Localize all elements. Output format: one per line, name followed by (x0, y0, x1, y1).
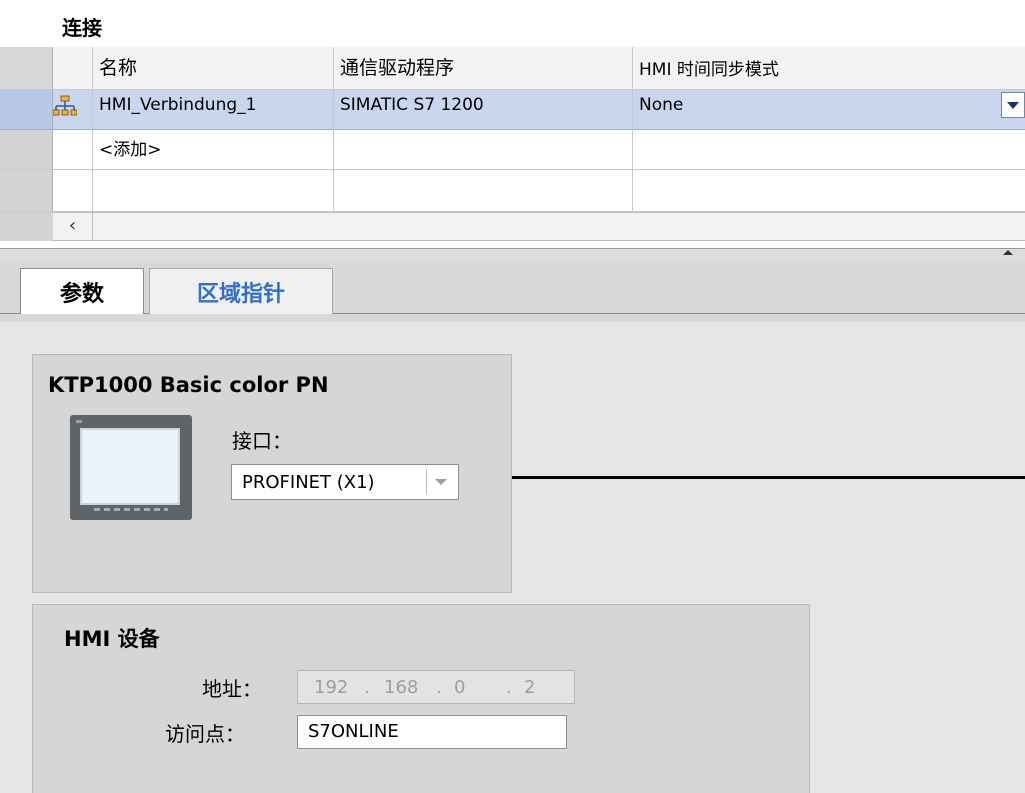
tab-parameters[interactable]: 参数 (20, 268, 144, 314)
ip-address-field: 192 . 168 . 0 . 2 (297, 670, 575, 704)
ip-separator: . (506, 677, 512, 698)
hmi-device-title: HMI 设备 (64, 627, 160, 651)
interface-select[interactable]: PROFINET (X1) (231, 464, 459, 500)
sync-mode-dropdown[interactable]: None (633, 90, 1025, 130)
empty-cell[interactable] (334, 170, 633, 212)
panel-splitter[interactable] (0, 248, 1025, 263)
column-header-label: 通信驱动程序 (340, 57, 455, 79)
ip-octet: 192 (314, 677, 349, 698)
device-led (76, 420, 82, 423)
table-row[interactable] (0, 170, 1025, 212)
sync-mode-cell[interactable] (633, 130, 1025, 170)
driver-cell[interactable]: SIMATIC S7 1200 (334, 90, 633, 130)
empty-cell[interactable] (633, 170, 1025, 212)
column-header-label: 名称 (99, 57, 138, 79)
chevron-down-icon[interactable] (1001, 92, 1025, 118)
row-header-cell[interactable] (0, 130, 53, 170)
table-row[interactable]: HMI_Verbindung_1 SIMATIC S7 1200 None (0, 90, 1025, 130)
row-icon-cell (53, 90, 93, 130)
column-header-sync-mode[interactable]: HMI 时间同步模式 (633, 47, 1025, 90)
row-header-cell[interactable] (0, 90, 53, 130)
row-icon-cell (53, 170, 93, 212)
ip-separator: . (364, 677, 370, 698)
ip-octet: 2 (524, 677, 536, 698)
column-header-label: HMI 时间同步模式 (639, 60, 779, 80)
hmi-panel-image (70, 415, 192, 520)
column-header-driver[interactable]: 通信驱动程序 (334, 47, 633, 90)
driver-cell[interactable] (334, 130, 633, 170)
device-keys (94, 508, 168, 511)
header-icon-cell (53, 47, 93, 90)
device-title: KTP1000 Basic color PN (48, 373, 329, 397)
collapse-up-icon[interactable] (1003, 250, 1013, 255)
ip-octet: 168 (384, 677, 419, 698)
table-header: 名称 通信驱动程序 HMI 时间同步模式 (0, 47, 1025, 90)
ip-octet: 0 (454, 677, 466, 698)
row-icon-cell (53, 130, 93, 170)
section-title: 连接 (62, 16, 102, 40)
chevron-down-icon[interactable] (426, 469, 454, 495)
connection-name-cell[interactable]: HMI_Verbindung_1 (93, 90, 334, 130)
connections-table-area: 连接 名称 通信驱动程序 HMI 时间同步模式 HMI_Verbindung_1… (0, 0, 1025, 262)
ip-separator: . (436, 677, 442, 698)
network-line (512, 476, 1025, 479)
empty-cell[interactable] (93, 170, 334, 212)
horizontal-scrollbar[interactable]: ‹ (53, 212, 1025, 241)
interface-value: PROFINET (X1) (242, 472, 375, 493)
row-header-cell (0, 47, 53, 90)
add-connection-cell[interactable]: <添加> (93, 130, 334, 170)
network-connection-icon (53, 95, 77, 116)
tab-area-pointer[interactable]: 区域指针 (149, 268, 333, 314)
table-row[interactable]: <添加> (0, 130, 1025, 170)
address-label: 地址： (202, 677, 262, 701)
interface-label: 接口： (232, 429, 292, 453)
access-point-label: 访问点： (165, 722, 245, 746)
row-header-cell[interactable] (0, 170, 53, 212)
access-point-field[interactable]: S7ONLINE (297, 715, 567, 749)
column-header-name[interactable]: 名称 (93, 47, 334, 90)
driver-value: SIMATIC S7 1200 (340, 95, 484, 115)
scroll-left-icon[interactable]: ‹ (53, 213, 93, 240)
sync-mode-value: None (639, 95, 684, 115)
add-connection-label: <添加> (99, 140, 162, 160)
connection-name: HMI_Verbindung_1 (99, 95, 257, 115)
device-screen (80, 428, 180, 505)
row-header-cell (0, 212, 53, 241)
